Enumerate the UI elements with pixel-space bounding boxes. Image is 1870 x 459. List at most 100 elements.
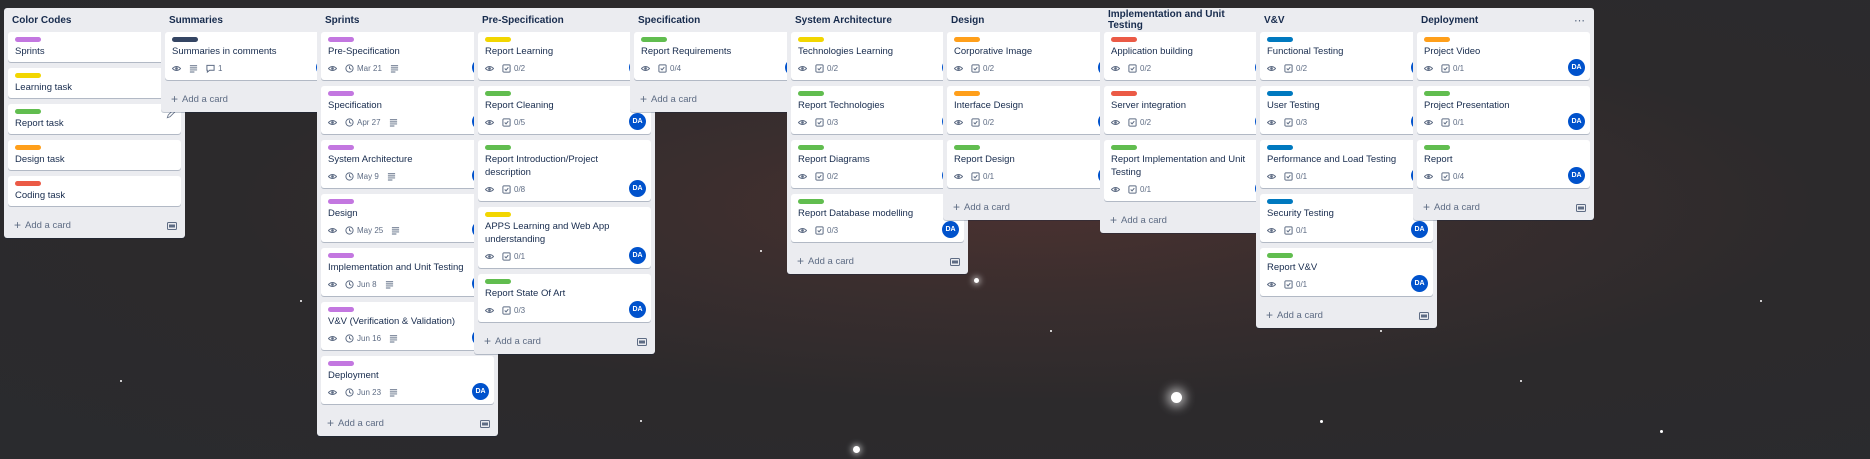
- card[interactable]: Report Database modelling 0/3 DA: [791, 194, 964, 242]
- card-label[interactable]: [954, 145, 980, 150]
- list-title[interactable]: V&V: [1264, 15, 1285, 26]
- card-label[interactable]: [485, 91, 511, 96]
- card-label[interactable]: [15, 73, 41, 78]
- avatar[interactable]: DA: [1568, 59, 1585, 76]
- card-label[interactable]: [15, 145, 41, 150]
- avatar[interactable]: DA: [629, 247, 646, 264]
- card[interactable]: Report 0/4 DA: [1417, 140, 1590, 188]
- card-label[interactable]: [1424, 145, 1450, 150]
- card[interactable]: Report Implementation and Unit Testing 0/…: [1104, 140, 1277, 201]
- list-title[interactable]: System Architecture: [795, 15, 892, 26]
- card-label[interactable]: [954, 37, 980, 42]
- list-title[interactable]: Deployment: [1421, 15, 1478, 26]
- add-card-button[interactable]: + Add a card: [797, 255, 854, 267]
- card[interactable]: User Testing0/3DA: [1260, 86, 1433, 134]
- avatar[interactable]: DA: [629, 301, 646, 318]
- card-label[interactable]: [485, 212, 511, 217]
- card[interactable]: Sprints: [8, 32, 181, 62]
- card[interactable]: Report Technologies0/3DA: [791, 86, 964, 134]
- card[interactable]: Report State Of Art 0/3 DA: [478, 274, 651, 322]
- card[interactable]: Learning task: [8, 68, 181, 98]
- card[interactable]: Report Design0/1DA: [947, 140, 1120, 188]
- card[interactable]: Security Testing 0/1 DA: [1260, 194, 1433, 242]
- card-label[interactable]: [798, 199, 824, 204]
- card[interactable]: Interface Design0/2DA: [947, 86, 1120, 134]
- card-label[interactable]: [172, 37, 198, 42]
- list-title[interactable]: Sprints: [325, 15, 359, 26]
- list-title[interactable]: Pre-Specification: [482, 15, 564, 26]
- card[interactable]: Project Video 0/1 DA: [1417, 32, 1590, 80]
- card[interactable]: SpecificationApr 27DA: [321, 86, 494, 134]
- card-label[interactable]: [15, 109, 41, 114]
- avatar[interactable]: DA: [942, 221, 959, 238]
- card-label[interactable]: [1267, 199, 1293, 204]
- card-label[interactable]: [328, 145, 354, 150]
- avatar[interactable]: DA: [1411, 275, 1428, 292]
- avatar[interactable]: DA: [629, 113, 646, 130]
- card[interactable]: Functional Testing0/2DA: [1260, 32, 1433, 80]
- add-card-button[interactable]: + Add a card: [484, 335, 541, 347]
- card-label[interactable]: [1267, 37, 1293, 42]
- card-label[interactable]: [1267, 253, 1293, 258]
- card-label[interactable]: [15, 37, 41, 42]
- card-label[interactable]: [328, 361, 354, 366]
- card[interactable]: DesignMay 25DA: [321, 194, 494, 242]
- card-template-icon[interactable]: [167, 221, 177, 230]
- card[interactable]: System ArchitectureMay 9DA: [321, 140, 494, 188]
- list-title[interactable]: Color Codes: [12, 15, 71, 26]
- avatar[interactable]: DA: [629, 180, 646, 197]
- card-label[interactable]: [328, 91, 354, 96]
- card-label[interactable]: [1111, 145, 1137, 150]
- list-title[interactable]: Implementation and Unit Testing: [1108, 9, 1261, 31]
- card-label[interactable]: [328, 199, 354, 204]
- card-label[interactable]: [1267, 145, 1293, 150]
- card-label[interactable]: [485, 279, 511, 284]
- card[interactable]: Performance and Load Testing0/1DA: [1260, 140, 1433, 188]
- card-label[interactable]: [1111, 37, 1137, 42]
- card-label[interactable]: [485, 145, 511, 150]
- card-label[interactable]: [328, 253, 354, 258]
- card-label[interactable]: [328, 307, 354, 312]
- add-card-button[interactable]: + Add a card: [1423, 201, 1480, 213]
- add-card-button[interactable]: + Add a card: [1110, 214, 1167, 226]
- add-card-button[interactable]: + Add a card: [1266, 309, 1323, 321]
- card-label[interactable]: [328, 37, 354, 42]
- card[interactable]: Report Introduction/Project description 0…: [478, 140, 651, 201]
- add-card-button[interactable]: + Add a card: [640, 93, 697, 105]
- card-template-icon[interactable]: [1419, 311, 1429, 320]
- card[interactable]: Application building0/2DA: [1104, 32, 1277, 80]
- list-title[interactable]: Design: [951, 15, 984, 26]
- card[interactable]: Coding task: [8, 176, 181, 206]
- card[interactable]: Server integration0/2DA: [1104, 86, 1277, 134]
- card[interactable]: Summaries in comments1DA: [165, 32, 338, 80]
- card[interactable]: Report V&V 0/1 DA: [1260, 248, 1433, 296]
- card[interactable]: Deployment Jun 23 DA: [321, 356, 494, 404]
- card-label[interactable]: [485, 37, 511, 42]
- card-label[interactable]: [798, 91, 824, 96]
- card-label[interactable]: [1424, 37, 1450, 42]
- list-title[interactable]: Specification: [638, 15, 700, 26]
- card[interactable]: APPS Learning and Web App understanding 0…: [478, 207, 651, 268]
- avatar[interactable]: DA: [1568, 113, 1585, 130]
- card-label[interactable]: [798, 145, 824, 150]
- card-label[interactable]: [15, 181, 41, 186]
- add-card-button[interactable]: + Add a card: [171, 93, 228, 105]
- card[interactable]: Implementation and Unit TestingJun 8DA: [321, 248, 494, 296]
- add-card-button[interactable]: + Add a card: [953, 201, 1010, 213]
- card[interactable]: Technologies Learning0/2DA: [791, 32, 964, 80]
- card[interactable]: Corporative Image0/2DA: [947, 32, 1120, 80]
- add-card-button[interactable]: + Add a card: [14, 219, 71, 231]
- card-label[interactable]: [1424, 91, 1450, 96]
- card[interactable]: Report Requirements0/4DA: [634, 32, 807, 80]
- card[interactable]: Design task: [8, 140, 181, 170]
- card-template-icon[interactable]: [480, 419, 490, 428]
- card-template-icon[interactable]: [950, 257, 960, 266]
- card[interactable]: Report Learning0/2DA: [478, 32, 651, 80]
- card[interactable]: Project Presentation 0/1 DA: [1417, 86, 1590, 134]
- card-label[interactable]: [1267, 91, 1293, 96]
- card-label[interactable]: [954, 91, 980, 96]
- card[interactable]: Report Diagrams0/2DA: [791, 140, 964, 188]
- ellipsis-icon[interactable]: ⋯: [1574, 14, 1586, 27]
- avatar[interactable]: DA: [1568, 167, 1585, 184]
- card-template-icon[interactable]: [637, 337, 647, 346]
